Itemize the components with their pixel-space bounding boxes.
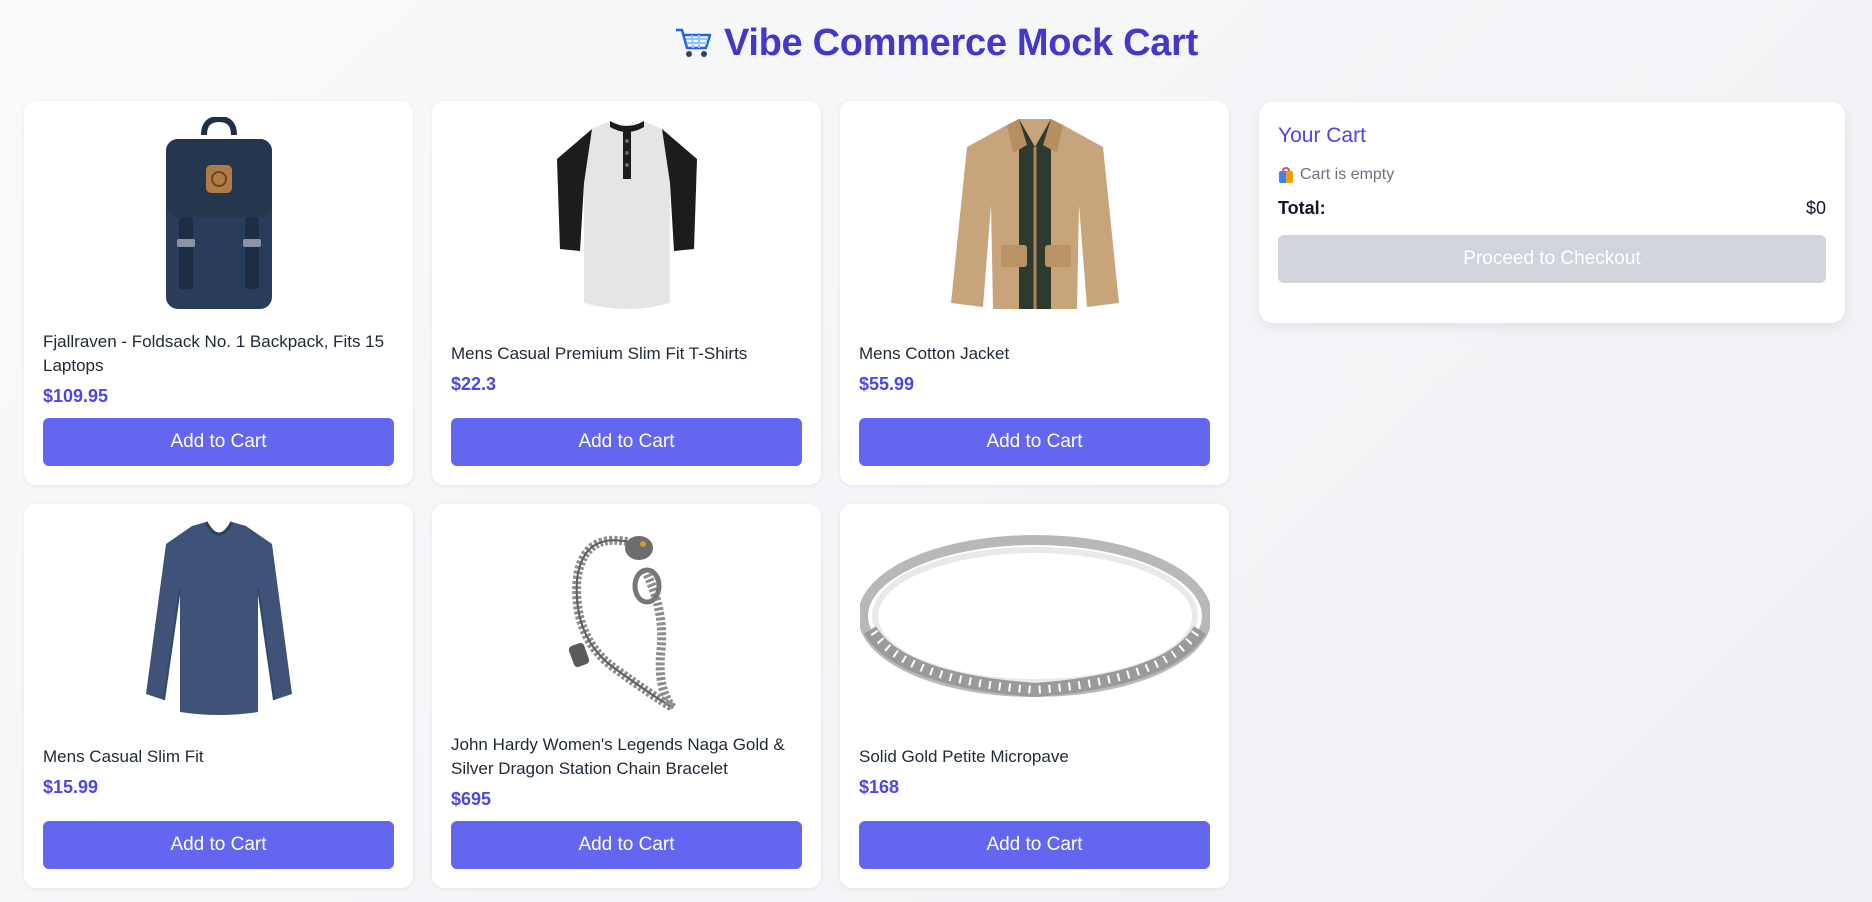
cart-empty-message: Cart is empty (1278, 166, 1826, 184)
proceed-to-checkout-button[interactable]: Proceed to Checkout (1278, 235, 1826, 283)
product-name: Fjallraven - Foldsack No. 1 Backpack, Fi… (43, 331, 385, 375)
backpack-image (43, 117, 394, 313)
cart-title: Your Cart (1278, 124, 1366, 147)
add-to-cart-button[interactable]: Add to Cart (451, 821, 802, 869)
cart-total-value: $0 (1805, 198, 1826, 218)
cart-empty-text: Cart is empty (1300, 166, 1395, 183)
product-price: $109.95 (43, 385, 109, 406)
product-card: Mens Casual Slim Fit $15.99 Add to Cart (24, 504, 413, 888)
product-card: Mens Cotton Jacket $55.99 Add to Cart (840, 101, 1229, 485)
add-to-cart-button[interactable]: Add to Cart (859, 418, 1210, 466)
tshirt-image (451, 117, 802, 313)
page-title: Vibe Commerce Mock Cart (724, 21, 1198, 64)
product-price: $22.3 (451, 373, 497, 394)
product-price: $695 (451, 788, 492, 809)
bracelet-image (451, 520, 802, 716)
add-to-cart-button[interactable]: Add to Cart (859, 821, 1210, 869)
product-name: Mens Casual Slim Fit (43, 746, 204, 766)
product-price: $55.99 (859, 373, 915, 394)
product-card: Solid Gold Petite Micropave $168 Add to … (840, 504, 1229, 888)
add-to-cart-button[interactable]: Add to Cart (43, 418, 394, 466)
shopping-bags-icon (1278, 167, 1294, 183)
ring-image (859, 520, 1210, 716)
cart-total-row: Total: $0 (1278, 198, 1826, 219)
product-price: $168 (859, 776, 900, 797)
longsleeve-image (43, 520, 394, 716)
page-header: Vibe Commerce Mock Cart (0, 0, 1872, 86)
product-card: Fjallraven - Foldsack No. 1 Backpack, Fi… (24, 101, 413, 485)
product-name: Mens Casual Premium Slim Fit T-Shirts (451, 343, 748, 363)
add-to-cart-button[interactable]: Add to Cart (451, 418, 802, 466)
product-grid: Fjallraven - Foldsack No. 1 Backpack, Fi… (24, 101, 1229, 888)
cart-panel: Your Cart Cart is empty Total: $0 Procee… (1259, 102, 1845, 323)
product-name: Mens Cotton Jacket (859, 343, 1010, 363)
product-name: John Hardy Women's Legends Naga Gold & S… (451, 734, 785, 778)
product-card: John Hardy Women's Legends Naga Gold & S… (432, 504, 821, 888)
jacket-image (859, 117, 1210, 313)
add-to-cart-button[interactable]: Add to Cart (43, 821, 394, 869)
product-price: $15.99 (43, 776, 99, 797)
shopping-cart-icon (674, 26, 712, 60)
cart-total-label: Total: (1278, 198, 1326, 218)
product-card: Mens Casual Premium Slim Fit T-Shirts $2… (432, 101, 821, 485)
product-name: Solid Gold Petite Micropave (859, 746, 1069, 766)
